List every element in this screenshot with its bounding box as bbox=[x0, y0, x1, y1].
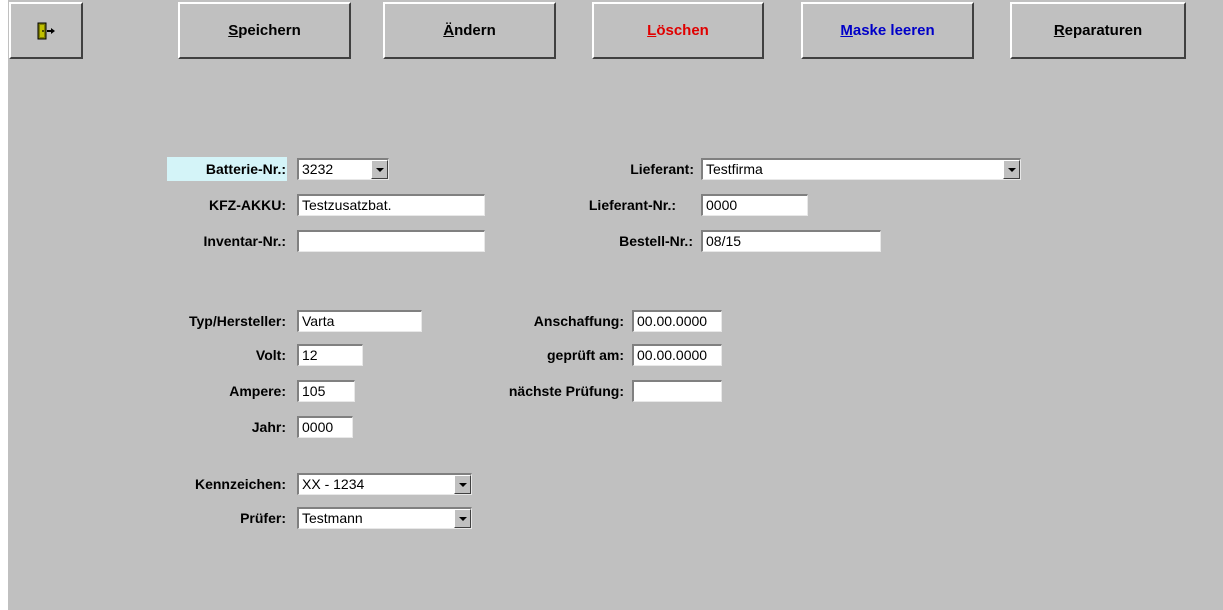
ampere-input[interactable]: 105 bbox=[297, 380, 355, 402]
geprueft-am-input[interactable]: 00.00.0000 bbox=[632, 344, 722, 366]
geprueft-am-label: geprüft am: bbox=[547, 347, 624, 363]
bestell-nr-label: Bestell-Nr.: bbox=[619, 233, 693, 249]
exit-button[interactable] bbox=[9, 2, 83, 59]
loeschen-accel: L bbox=[647, 22, 657, 39]
kfz-akku-input[interactable]: Testzusatzbat. bbox=[297, 194, 485, 216]
lieferant-nr-label: Lieferant-Nr.: bbox=[588, 197, 676, 213]
lieferant-label: Lieferant: bbox=[630, 161, 694, 177]
batterie-nr-label: Batterie-Nr.: bbox=[205, 161, 286, 177]
reparaturen-accel: R bbox=[1053, 22, 1065, 39]
loeschen-button[interactable]: Löschen bbox=[592, 2, 764, 59]
jahr-input[interactable]: 0000 bbox=[297, 416, 353, 438]
chevron-down-icon[interactable] bbox=[454, 509, 471, 528]
volt-label: Volt: bbox=[255, 347, 286, 363]
lieferant-nr-input[interactable]: 0000 bbox=[701, 194, 808, 216]
bestell-nr-input[interactable]: 08/15 bbox=[701, 230, 881, 252]
ampere-label: Ampere: bbox=[229, 383, 286, 399]
batterie-nr-select[interactable]: 3232 bbox=[297, 158, 389, 180]
reparaturen-button[interactable]: Reparaturen bbox=[1010, 2, 1186, 59]
batterie-nr-value: 3232 bbox=[302, 161, 334, 177]
kennzeichen-label: Kennzeichen: bbox=[194, 476, 286, 492]
kennzeichen-value: XX - 1234 bbox=[302, 476, 365, 492]
loeschen-label: öschen bbox=[656, 22, 709, 39]
jahr-label: Jahr: bbox=[251, 419, 286, 435]
typ-hersteller-label: Typ/Hersteller: bbox=[189, 313, 286, 329]
volt-input[interactable]: 12 bbox=[297, 344, 363, 366]
reparaturen-label: eparaturen bbox=[1064, 22, 1143, 39]
kfz-akku-label: KFZ-AKKU: bbox=[209, 197, 286, 213]
exit-door-icon bbox=[37, 22, 55, 39]
lieferant-value: Testfirma bbox=[706, 161, 763, 177]
inventar-nr-label: Inventar-Nr.: bbox=[203, 233, 286, 249]
typ-hersteller-input[interactable]: Varta bbox=[297, 310, 422, 332]
anschaffung-label: Anschaffung: bbox=[533, 313, 624, 329]
chevron-down-icon[interactable] bbox=[1003, 160, 1020, 179]
inventar-nr-input[interactable] bbox=[297, 230, 485, 252]
pruefer-select[interactable]: Testmann bbox=[297, 507, 472, 529]
pruefer-label: Prüfer: bbox=[240, 510, 286, 526]
speichern-accel: S bbox=[228, 22, 239, 39]
naechste-pruefung-label: nächste Prüfung: bbox=[508, 383, 624, 399]
speichern-label: peichern bbox=[238, 22, 301, 39]
aendern-accel: Ä bbox=[443, 22, 455, 39]
anschaffung-input[interactable]: 00.00.0000 bbox=[632, 310, 722, 332]
aendern-button[interactable]: Ändern bbox=[383, 2, 556, 59]
speichern-button[interactable]: Speichern bbox=[178, 2, 351, 59]
maske-leeren-label: aske leeren bbox=[852, 22, 935, 39]
lieferant-select[interactable]: Testfirma bbox=[701, 158, 1021, 180]
naechste-pruefung-input[interactable] bbox=[632, 380, 722, 402]
pruefer-value: Testmann bbox=[302, 510, 363, 526]
chevron-down-icon[interactable] bbox=[371, 160, 388, 179]
maske-leeren-accel: M bbox=[840, 22, 853, 39]
aendern-label: ndern bbox=[454, 22, 496, 39]
maske-leeren-button[interactable]: Maske leeren bbox=[801, 2, 974, 59]
kennzeichen-select[interactable]: XX - 1234 bbox=[297, 473, 472, 495]
chevron-down-icon[interactable] bbox=[454, 475, 471, 494]
